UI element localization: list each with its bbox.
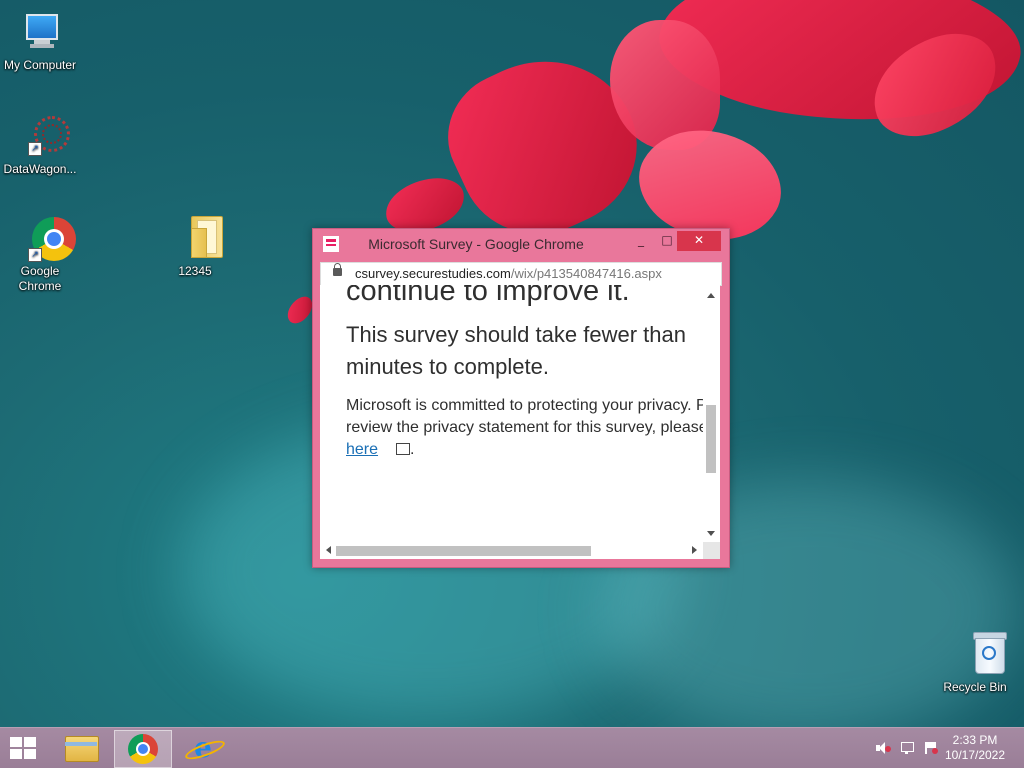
chrome-window[interactable]: Microsoft Survey - Google Chrome _ □ ✕ c… bbox=[312, 228, 730, 568]
taskbar: e 2:33 PM 10/17/2022 bbox=[0, 727, 1024, 768]
minimize-button[interactable]: _ bbox=[627, 231, 655, 251]
network-icon[interactable] bbox=[900, 741, 914, 755]
desktop-icon-label: Google Chrome bbox=[18, 264, 62, 293]
desktop-icon-label: Recycle Bin bbox=[943, 680, 1007, 694]
horizontal-scrollbar[interactable] bbox=[320, 542, 703, 559]
vertical-scrollbar[interactable] bbox=[703, 285, 720, 542]
taskbar-chrome[interactable] bbox=[114, 730, 172, 768]
period: . bbox=[410, 441, 415, 458]
scrollbar-corner bbox=[703, 542, 720, 559]
clock-date: 10/17/2022 bbox=[944, 748, 1006, 762]
scroll-left-arrow-icon[interactable] bbox=[326, 546, 331, 554]
windows-logo-icon bbox=[10, 749, 22, 759]
clock[interactable]: 2:33 PM 10/17/2022 bbox=[940, 733, 1010, 763]
url-host: csurvey.securestudies.com bbox=[355, 266, 511, 281]
volume-muted-icon[interactable] bbox=[876, 741, 891, 755]
desktop-icon-my-computer[interactable]: My Computer bbox=[0, 8, 80, 73]
scroll-down-arrow-icon[interactable] bbox=[707, 531, 715, 536]
chrome-icon: ↗ bbox=[16, 214, 76, 262]
windows-logo-icon bbox=[24, 737, 36, 747]
desktop-icon-label: 12345 bbox=[178, 264, 212, 278]
horizontal-scroll-thumb[interactable] bbox=[336, 546, 591, 556]
heading-partial: continue to improve it. bbox=[346, 285, 630, 307]
taskbar-internet-explorer[interactable]: e bbox=[176, 730, 232, 766]
windows-logo-icon bbox=[24, 749, 36, 759]
url-text: csurvey.securestudies.com/wix/p413540847… bbox=[355, 263, 662, 285]
desktop-icon-google-chrome[interactable]: ↗ Google Chrome bbox=[0, 214, 80, 294]
page-content[interactable]: continue to improve it. This survey shou… bbox=[320, 285, 720, 559]
desktop-icon-recycle-bin[interactable]: Recycle Bin bbox=[935, 630, 1015, 695]
clock-time: 2:33 PM bbox=[952, 733, 998, 747]
close-button[interactable]: ✕ bbox=[677, 231, 721, 251]
monitor-icon bbox=[16, 8, 64, 56]
recycle-bin-icon bbox=[951, 630, 1007, 678]
taskbar-file-explorer[interactable] bbox=[55, 730, 111, 766]
window-titlebar[interactable]: Microsoft Survey - Google Chrome _ □ ✕ bbox=[313, 229, 729, 257]
desktop-icon-folder-12345[interactable]: 12345 bbox=[155, 214, 235, 279]
survey-duration-text: This survey should take fewer than minut… bbox=[346, 322, 686, 379]
privacy-link[interactable]: here bbox=[346, 441, 378, 458]
folder-icon bbox=[171, 214, 223, 262]
action-center-flag-icon[interactable] bbox=[924, 741, 938, 755]
desktop-icon-datawagon[interactable]: ↗ DataWagon... bbox=[0, 112, 80, 177]
vertical-scroll-thumb[interactable] bbox=[706, 405, 716, 473]
file-explorer-icon bbox=[65, 736, 99, 762]
scroll-right-arrow-icon[interactable] bbox=[692, 546, 697, 554]
external-link-icon bbox=[396, 443, 411, 455]
survey-page: continue to improve it. This survey shou… bbox=[346, 285, 720, 461]
window-title: Microsoft Survey - Google Chrome bbox=[368, 236, 584, 252]
system-tray: 2:33 PM 10/17/2022 bbox=[864, 728, 1024, 768]
desktop-icon-label: DataWagon... bbox=[3, 162, 77, 176]
privacy-statement: Microsoft is committed to protecting you… bbox=[346, 397, 720, 436]
address-bar[interactable]: csurvey.securestudies.com/wix/p413540847… bbox=[320, 262, 722, 286]
windows-logo-icon bbox=[10, 737, 22, 747]
start-button[interactable] bbox=[10, 737, 36, 759]
lock-icon bbox=[333, 263, 342, 276]
desktop-icon-label: My Computer bbox=[3, 58, 77, 72]
datawagon-icon: ↗ bbox=[16, 112, 70, 160]
scroll-up-arrow-icon[interactable] bbox=[707, 293, 715, 298]
url-path: /wix/p413540847416.aspx bbox=[510, 266, 662, 281]
privacy-text: Microsoft is committed to protecting you… bbox=[346, 395, 720, 461]
